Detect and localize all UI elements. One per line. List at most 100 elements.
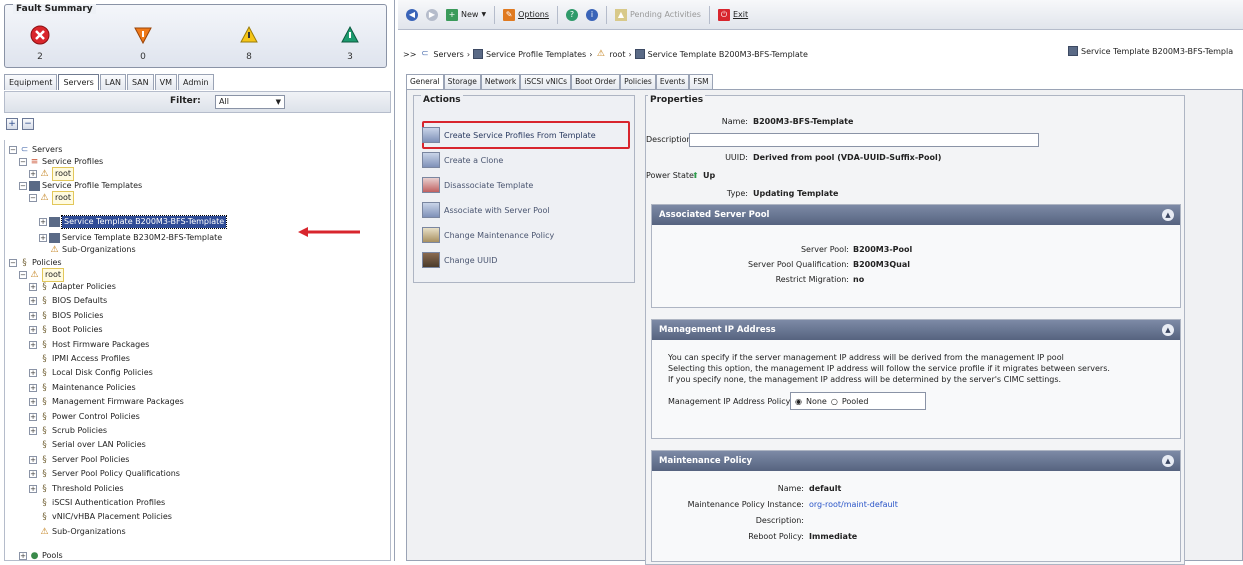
tree-node-policy-item[interactable]: § Serial over LAN Policies [39,439,146,451]
tree-node-template-b200m3[interactable]: + Service Template B200M3-BFS-Template [39,215,228,229]
tree-node-root[interactable]: + ⚠ root [29,167,75,181]
collapse-icon[interactable]: ▲ [1162,209,1174,221]
tab-general[interactable]: General [406,74,444,89]
collapse-icon[interactable]: − [9,259,17,267]
expand-icon[interactable]: + [39,218,47,226]
collapse-icon[interactable]: − [19,271,27,279]
tree-node-policy-item[interactable]: + § Maintenance Policies [29,382,136,394]
tab-equipment[interactable]: Equipment [4,74,58,90]
exit-button[interactable]: ⏻ Exit [717,8,748,21]
tree-node-policy-item[interactable]: § iSCSI Authentication Profiles [39,497,165,509]
radio-pooled[interactable]: ○ [831,397,838,406]
collapse-icon[interactable]: − [29,194,37,202]
breadcrumb-template[interactable]: Service Template B200M3-BFS-Template [648,50,808,59]
expand-icon[interactable]: + [29,398,37,407]
breadcrumb-templates[interactable]: Service Profile Templates [486,50,586,59]
pending-activities-button[interactable]: ▲ Pending Activities [614,8,701,21]
tree-node-policy-item[interactable]: + § Boot Policies [29,324,103,336]
tree-node-template-b230m2[interactable]: + Service Template B230M2-BFS-Template [39,232,222,244]
tree-node-root[interactable]: − ⚠ root [19,268,65,282]
expand-icon[interactable]: + [29,283,37,291]
tab-network[interactable]: Network [480,74,521,89]
tree-node-policy-item[interactable]: + § Server Pool Policy Qualifications [29,468,180,480]
expand-icon[interactable]: + [29,369,37,378]
section-header[interactable]: Management IP Address ▲ [652,320,1180,340]
options-button[interactable]: ✎ Options [503,8,549,21]
tree-node-policy-item[interactable]: ⚠ Sub-Organizations [39,526,125,538]
change-uuid-action[interactable]: Change UUID [422,249,497,271]
expand-icon[interactable]: + [29,412,37,421]
maint-instance-link[interactable]: org-root/maint-default [809,500,898,509]
tab-servers[interactable]: Servers [58,74,99,90]
tree-node-policy-item[interactable]: § IPMI Access Profiles [39,353,130,365]
tree-node-policy-item[interactable]: + § Management Firmware Packages [29,396,184,408]
minor-fault-icon[interactable] [237,25,261,47]
expand-icon[interactable]: + [29,484,37,493]
tree-node-root[interactable]: − ⚠ root [29,191,75,205]
collapse-icon[interactable]: − [9,146,17,154]
expand-icon[interactable]: + [29,340,37,349]
major-fault-icon[interactable] [131,25,155,47]
section-header[interactable]: Maintenance Policy ▲ [652,451,1180,471]
breadcrumb-root[interactable]: root [609,50,625,59]
tab-events[interactable]: Events [655,74,690,89]
expand-icon[interactable]: + [39,234,47,242]
breadcrumb-servers[interactable]: Servers [433,50,463,59]
tree-node-policy-item[interactable]: + § BIOS Defaults [29,295,107,307]
tree-node-policy-item[interactable]: + § Scrub Policies [29,425,107,437]
expand-icon[interactable]: + [29,427,37,435]
tree-node-policy-item[interactable]: + § Power Control Policies [29,411,140,423]
expand-icon[interactable]: + [29,383,37,392]
tree-node-service-profile-templates[interactable]: − Service Profile Templates [19,180,142,192]
tab-iscsi-vnics[interactable]: iSCSI vNICs [520,74,572,89]
tab-policies[interactable]: Policies [620,74,656,89]
tree-node-policy-item[interactable]: + § Threshold Policies [29,483,124,495]
expand-icon[interactable]: + [29,326,37,335]
associate-server-pool-action[interactable]: Associate with Server Pool [422,199,550,221]
tab-vm[interactable]: VM [154,74,178,90]
create-service-profiles-action[interactable]: Create Service Profiles From Template [422,124,596,146]
tab-san[interactable]: SAN [126,74,154,90]
collapse-icon[interactable]: ▲ [1162,455,1174,467]
tree-node-policy-item[interactable]: § vNIC/vHBA Placement Policies [39,511,172,523]
expand-all-button[interactable]: + [6,118,18,130]
expand-icon[interactable]: + [19,552,27,560]
back-button[interactable]: ◀ [406,8,418,21]
collapse-all-button[interactable]: − [22,118,34,130]
warning-fault-icon[interactable] [338,25,362,47]
tree-node-servers[interactable]: − ⊂ Servers [9,144,62,156]
description-input[interactable] [689,133,1039,147]
tree-node-policy-item[interactable]: + § Host Firmware Packages [29,339,149,351]
filter-select[interactable]: All ▼ [215,95,285,109]
expand-icon[interactable]: + [29,470,37,479]
tab-storage[interactable]: Storage [443,74,481,89]
tab-boot-order[interactable]: Boot Order [571,74,621,89]
tree-node-policy-item[interactable]: + § Local Disk Config Policies [29,367,153,379]
tree-node-sub-organizations[interactable]: ⚠ Sub-Organizations [49,244,135,256]
expand-icon[interactable]: + [29,297,37,306]
tree-label: Threshold Policies [52,483,124,493]
disassociate-template-action[interactable]: Disassociate Template [422,174,533,196]
tab-fsm[interactable]: FSM [689,74,713,89]
create-clone-action[interactable]: Create a Clone [422,149,503,171]
collapse-icon[interactable]: ▲ [1162,324,1174,336]
tree-node-policy-item[interactable]: + § Server Pool Policies [29,454,129,466]
forward-button[interactable]: ▶ [426,8,438,21]
expand-icon[interactable]: + [29,170,37,178]
info-button[interactable]: i [585,8,598,21]
tab-lan[interactable]: LAN [99,74,126,90]
collapse-icon[interactable]: − [19,182,27,190]
section-header[interactable]: Associated Server Pool ▲ [652,205,1180,225]
expand-icon[interactable]: + [29,311,37,320]
new-button[interactable]: + New ▼ [446,8,486,21]
collapse-icon[interactable]: − [19,158,27,166]
critical-fault-icon[interactable] [28,25,52,47]
change-maintenance-policy-action[interactable]: Change Maintenance Policy [422,224,554,246]
tree-node-policy-item[interactable]: + § BIOS Policies [29,310,103,322]
radio-none[interactable]: ◉ [795,397,802,406]
tree-node-policy-item[interactable]: + § Adapter Policies [29,281,116,293]
tree-node-pools[interactable]: + ● Pools [19,550,63,560]
help-button[interactable]: ? [565,8,578,21]
expand-icon[interactable]: + [29,455,37,464]
tab-admin[interactable]: Admin [178,74,214,90]
